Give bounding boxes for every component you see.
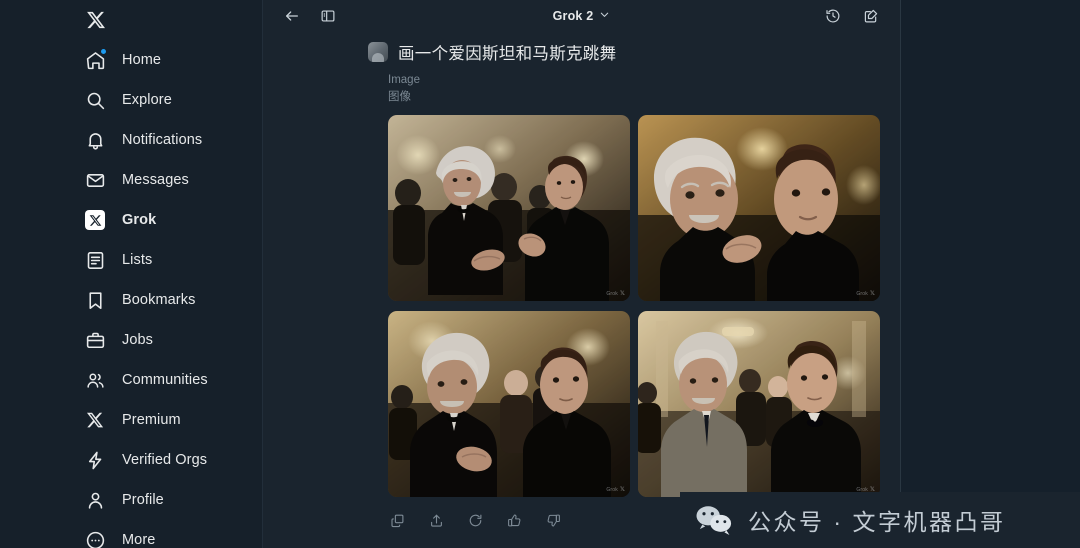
chevron-down-icon bbox=[599, 7, 610, 25]
sidebar-item-label: Messages bbox=[122, 172, 189, 188]
refresh-icon[interactable] bbox=[466, 511, 484, 529]
person-icon bbox=[84, 489, 106, 511]
image-watermark: Grok 𝕏 bbox=[606, 290, 625, 298]
sidebar-item-label: Verified Orgs bbox=[122, 452, 208, 468]
sidebar-item-lists[interactable]: Lists bbox=[84, 240, 262, 280]
sidebar-item-explore[interactable]: Explore bbox=[84, 80, 262, 120]
sidebar-item-label: Notifications bbox=[122, 132, 203, 148]
envelope-icon bbox=[84, 169, 106, 191]
x-logo-button[interactable] bbox=[0, 0, 262, 40]
briefcase-icon bbox=[84, 329, 106, 351]
home-icon bbox=[84, 48, 107, 71]
search-icon bbox=[84, 89, 106, 111]
grok-icon bbox=[84, 209, 106, 231]
response-meta: Image 图像 bbox=[281, 72, 882, 105]
sidebar-item-communities[interactable]: Communities bbox=[84, 360, 262, 400]
sidebar-item-label: Lists bbox=[122, 252, 153, 268]
sidebar-item-home[interactable]: Home bbox=[84, 40, 262, 80]
image-watermark: Grok 𝕏 bbox=[606, 486, 625, 494]
conversation-body: 画一个爱因斯坦和马斯克跳舞 Image 图像 Grok 𝕏 Grok 𝕏 Gro… bbox=[263, 40, 900, 529]
sidebar-item-label: Profile bbox=[122, 492, 164, 508]
more-circle-icon bbox=[84, 529, 106, 548]
sidebar-item-label: Home bbox=[122, 52, 162, 68]
sidebar-item-label: Bookmarks bbox=[122, 292, 196, 308]
sidebar-item-bookmarks[interactable]: Bookmarks bbox=[84, 280, 262, 320]
compose-icon[interactable] bbox=[860, 5, 882, 27]
home-notification-dot bbox=[100, 48, 107, 55]
user-prompt-text: 画一个爱因斯坦和马斯克跳舞 bbox=[398, 45, 617, 63]
sidebar-item-label: Grok bbox=[122, 212, 157, 228]
share-icon[interactable] bbox=[427, 511, 445, 529]
copy-icon[interactable] bbox=[388, 511, 406, 529]
sidebar-item-verified-orgs[interactable]: Verified Orgs bbox=[84, 440, 262, 480]
meta-label-zh: 图像 bbox=[388, 90, 411, 103]
x-grok-app: Home Explore Notifications Messages Grok… bbox=[0, 0, 1080, 548]
sidebar-item-label: More bbox=[122, 532, 156, 548]
generated-image-grid: Grok 𝕏 Grok 𝕏 Grok 𝕏 Grok 𝕏 bbox=[388, 115, 882, 498]
sidebar-nav: Home Explore Notifications Messages Grok… bbox=[0, 40, 262, 548]
thumbs-down-icon[interactable] bbox=[544, 511, 562, 529]
avatar bbox=[368, 42, 388, 62]
wechat-watermark: 公众号 · 文字机器凸哥 bbox=[680, 492, 1080, 548]
x-icon bbox=[84, 409, 106, 431]
watermark-text: 公众号 · 文字机器凸哥 bbox=[748, 509, 1006, 535]
sidebar-item-label: Jobs bbox=[122, 332, 154, 348]
sidebar-item-label: Explore bbox=[122, 92, 172, 108]
generated-image-thumbnail[interactable]: Grok 𝕏 bbox=[638, 311, 880, 498]
conversation-toolbar: Grok 2 bbox=[263, 0, 900, 32]
thumbs-up-icon[interactable] bbox=[505, 511, 523, 529]
wechat-icon bbox=[694, 504, 734, 536]
sidebar-item-label: Communities bbox=[122, 372, 208, 388]
image-watermark: Grok 𝕏 bbox=[856, 290, 875, 298]
sidebar-item-premium[interactable]: Premium bbox=[84, 400, 262, 440]
user-prompt-row: 画一个爱因斯坦和马斯克跳舞 bbox=[281, 40, 882, 64]
sidebar-item-more[interactable]: More bbox=[84, 520, 262, 548]
sidebar-item-notifications[interactable]: Notifications bbox=[84, 120, 262, 160]
sidebar-item-messages[interactable]: Messages bbox=[84, 160, 262, 200]
meta-label-en: Image bbox=[388, 74, 420, 86]
generated-image-thumbnail[interactable]: Grok 𝕏 bbox=[388, 115, 630, 302]
bolt-icon bbox=[84, 449, 106, 471]
lists-icon bbox=[84, 249, 106, 271]
x-logo-icon bbox=[86, 10, 106, 30]
sidebar-item-grok[interactable]: Grok bbox=[84, 200, 262, 240]
model-selector[interactable]: Grok 2 bbox=[263, 0, 900, 32]
back-button[interactable] bbox=[281, 5, 303, 27]
sidebar-toggle-button[interactable] bbox=[317, 5, 339, 27]
sidebar-item-profile[interactable]: Profile bbox=[84, 480, 262, 520]
sidebar-item-label: Premium bbox=[122, 412, 181, 428]
model-name: Grok 2 bbox=[552, 9, 594, 23]
generated-image-thumbnail[interactable]: Grok 𝕏 bbox=[388, 311, 630, 498]
communities-icon bbox=[84, 369, 106, 391]
right-rail bbox=[901, 0, 1080, 548]
bookmark-icon bbox=[84, 289, 106, 311]
bell-icon bbox=[84, 129, 106, 151]
sidebar: Home Explore Notifications Messages Grok… bbox=[0, 0, 263, 548]
sidebar-item-jobs[interactable]: Jobs bbox=[84, 320, 262, 360]
grok-conversation-panel: Grok 2 画一个爱因斯坦和马斯克跳舞 Image 图像 Grok 𝕏 Gro… bbox=[263, 0, 901, 548]
generated-image-thumbnail[interactable]: Grok 𝕏 bbox=[638, 115, 880, 302]
history-icon[interactable] bbox=[822, 5, 844, 27]
